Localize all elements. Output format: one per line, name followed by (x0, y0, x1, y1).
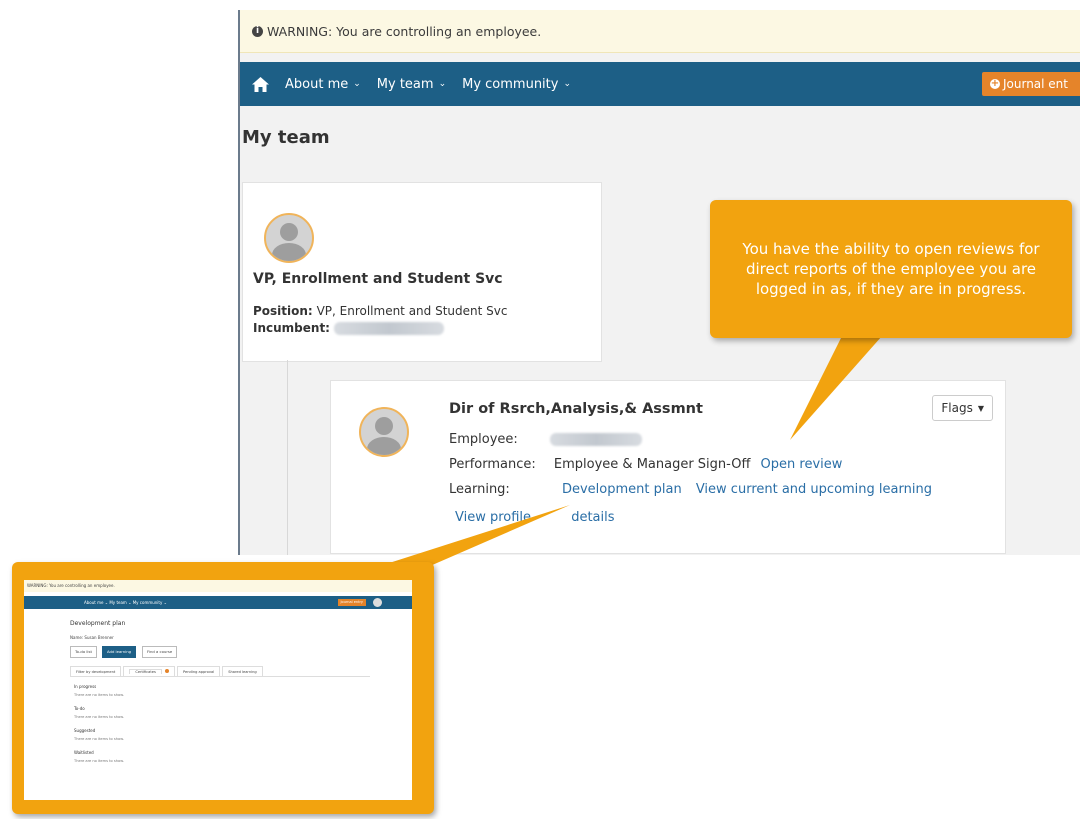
chevron-down-icon: ⌄ (438, 79, 447, 89)
inset-section: To-do There are no items to show. (74, 706, 124, 719)
inset-tab: Shared learning (222, 666, 263, 676)
home-icon[interactable] (252, 76, 269, 92)
incumbent-name-redacted (333, 322, 444, 335)
learning-label: Learning: (449, 482, 510, 497)
nav-my-team[interactable]: My team ⌄ (377, 77, 446, 92)
caret-down-icon: ▼ (977, 403, 984, 413)
development-plan-screenshot: WARNING: You are controlling an employee… (24, 580, 412, 800)
position-title: Dir of Rsrch,Analysis,& Assmnt (449, 401, 703, 417)
review-callout: You have the ability to open reviews for… (710, 200, 1072, 338)
position-label: Position: (253, 304, 313, 318)
journal-entry-label: Journal ent (1002, 77, 1068, 91)
position-field: Position: VP, Enrollment and Student Svc (253, 304, 507, 318)
notification-dot-icon (165, 669, 170, 673)
inset-section: Waitlisted There are no items to show. (74, 750, 124, 763)
callout-text: You have the ability to open reviews for… (742, 240, 1040, 298)
nav-my-community-label: My community (462, 76, 559, 92)
inset-find-course-button: Find a course (142, 646, 178, 658)
performance-label: Performance: (449, 457, 536, 472)
warning-text: WARNING: You are controlling an employee… (267, 23, 542, 39)
impersonation-warning: i WARNING: You are controlling an employ… (240, 10, 1080, 53)
inset-section: In progress There are no items to show. (74, 684, 124, 697)
inset-section: Suggested There are no items to show. (74, 728, 124, 741)
incumbent-label: Incumbent: (253, 321, 330, 335)
info-circle-icon: i (252, 25, 263, 37)
performance-status: Employee & Manager Sign-Off (553, 457, 751, 472)
inset-tabs: Filter by development Certificates Pendi… (70, 666, 370, 677)
inset-journal-button: Journal entry (337, 599, 366, 606)
inset-tab: Pending approval (177, 666, 221, 676)
inset-warning: WARNING: You are controlling an employee… (24, 580, 412, 592)
nav-about-me-label: About me (285, 76, 349, 92)
page-title: My team (242, 127, 330, 148)
inset-todo-button: To-do list (70, 646, 97, 658)
learning-row: Learning: Development plan View current … (449, 482, 932, 497)
top-navbar: About me ⌄ My team ⌄ My community ⌄ + Jo… (240, 62, 1080, 106)
manager-card: VP, Enrollment and Student Svc Position:… (242, 182, 602, 362)
position-value: VP, Enrollment and Student Svc (316, 304, 508, 318)
profile-links-row: View profile details (455, 510, 615, 525)
nav-my-community[interactable]: My community ⌄ (462, 77, 571, 92)
development-plan-inset-callout: WARNING: You are controlling an employee… (12, 562, 434, 814)
position-title: VP, Enrollment and Student Svc (253, 271, 503, 287)
nav-about-me[interactable]: About me ⌄ (285, 77, 361, 92)
chevron-down-icon: ⌄ (353, 79, 361, 89)
inset-tab: Filter by development (70, 666, 122, 676)
avatar (373, 598, 382, 607)
incumbent-field: Incumbent: (253, 321, 444, 335)
employee-name-redacted (549, 433, 642, 446)
inset-navbar: About me ⌄ My team ⌄ My community ⌄ Jour… (24, 596, 412, 609)
flags-label: Flags (941, 401, 973, 415)
view-details-link[interactable]: details (571, 510, 614, 525)
inset-nav-items: About me ⌄ My team ⌄ My community ⌄ (84, 600, 167, 605)
direct-report-card: Dir of Rsrch,Analysis,& Assmnt Flags ▼ E… (330, 380, 1006, 554)
inset-add-learning-button: Add learning (102, 646, 137, 658)
view-learning-link[interactable]: View current and upcoming learning (696, 482, 932, 497)
avatar[interactable] (359, 407, 409, 457)
inset-subtitle: Name: Susan Brenner (70, 635, 114, 640)
performance-row: Performance: Employee & Manager Sign-Off… (449, 457, 842, 472)
flags-dropdown[interactable]: Flags ▼ (932, 395, 993, 421)
inset-page-title: Development plan (70, 620, 126, 627)
chevron-down-icon: ⌄ (563, 79, 572, 89)
view-profile-link[interactable]: View profile (455, 510, 531, 525)
journal-entry-button[interactable]: + Journal ent (981, 72, 1080, 96)
nav-my-team-label: My team (376, 76, 434, 92)
employee-label: Employee: (449, 432, 518, 447)
plus-circle-icon: + (989, 78, 1000, 89)
hierarchy-connector (287, 360, 288, 555)
inset-tab: Certificates (123, 666, 176, 676)
open-review-link[interactable]: Open review (761, 457, 843, 472)
employee-row: Employee: (449, 432, 642, 447)
avatar[interactable] (264, 213, 314, 263)
development-plan-link[interactable]: Development plan (562, 482, 682, 497)
